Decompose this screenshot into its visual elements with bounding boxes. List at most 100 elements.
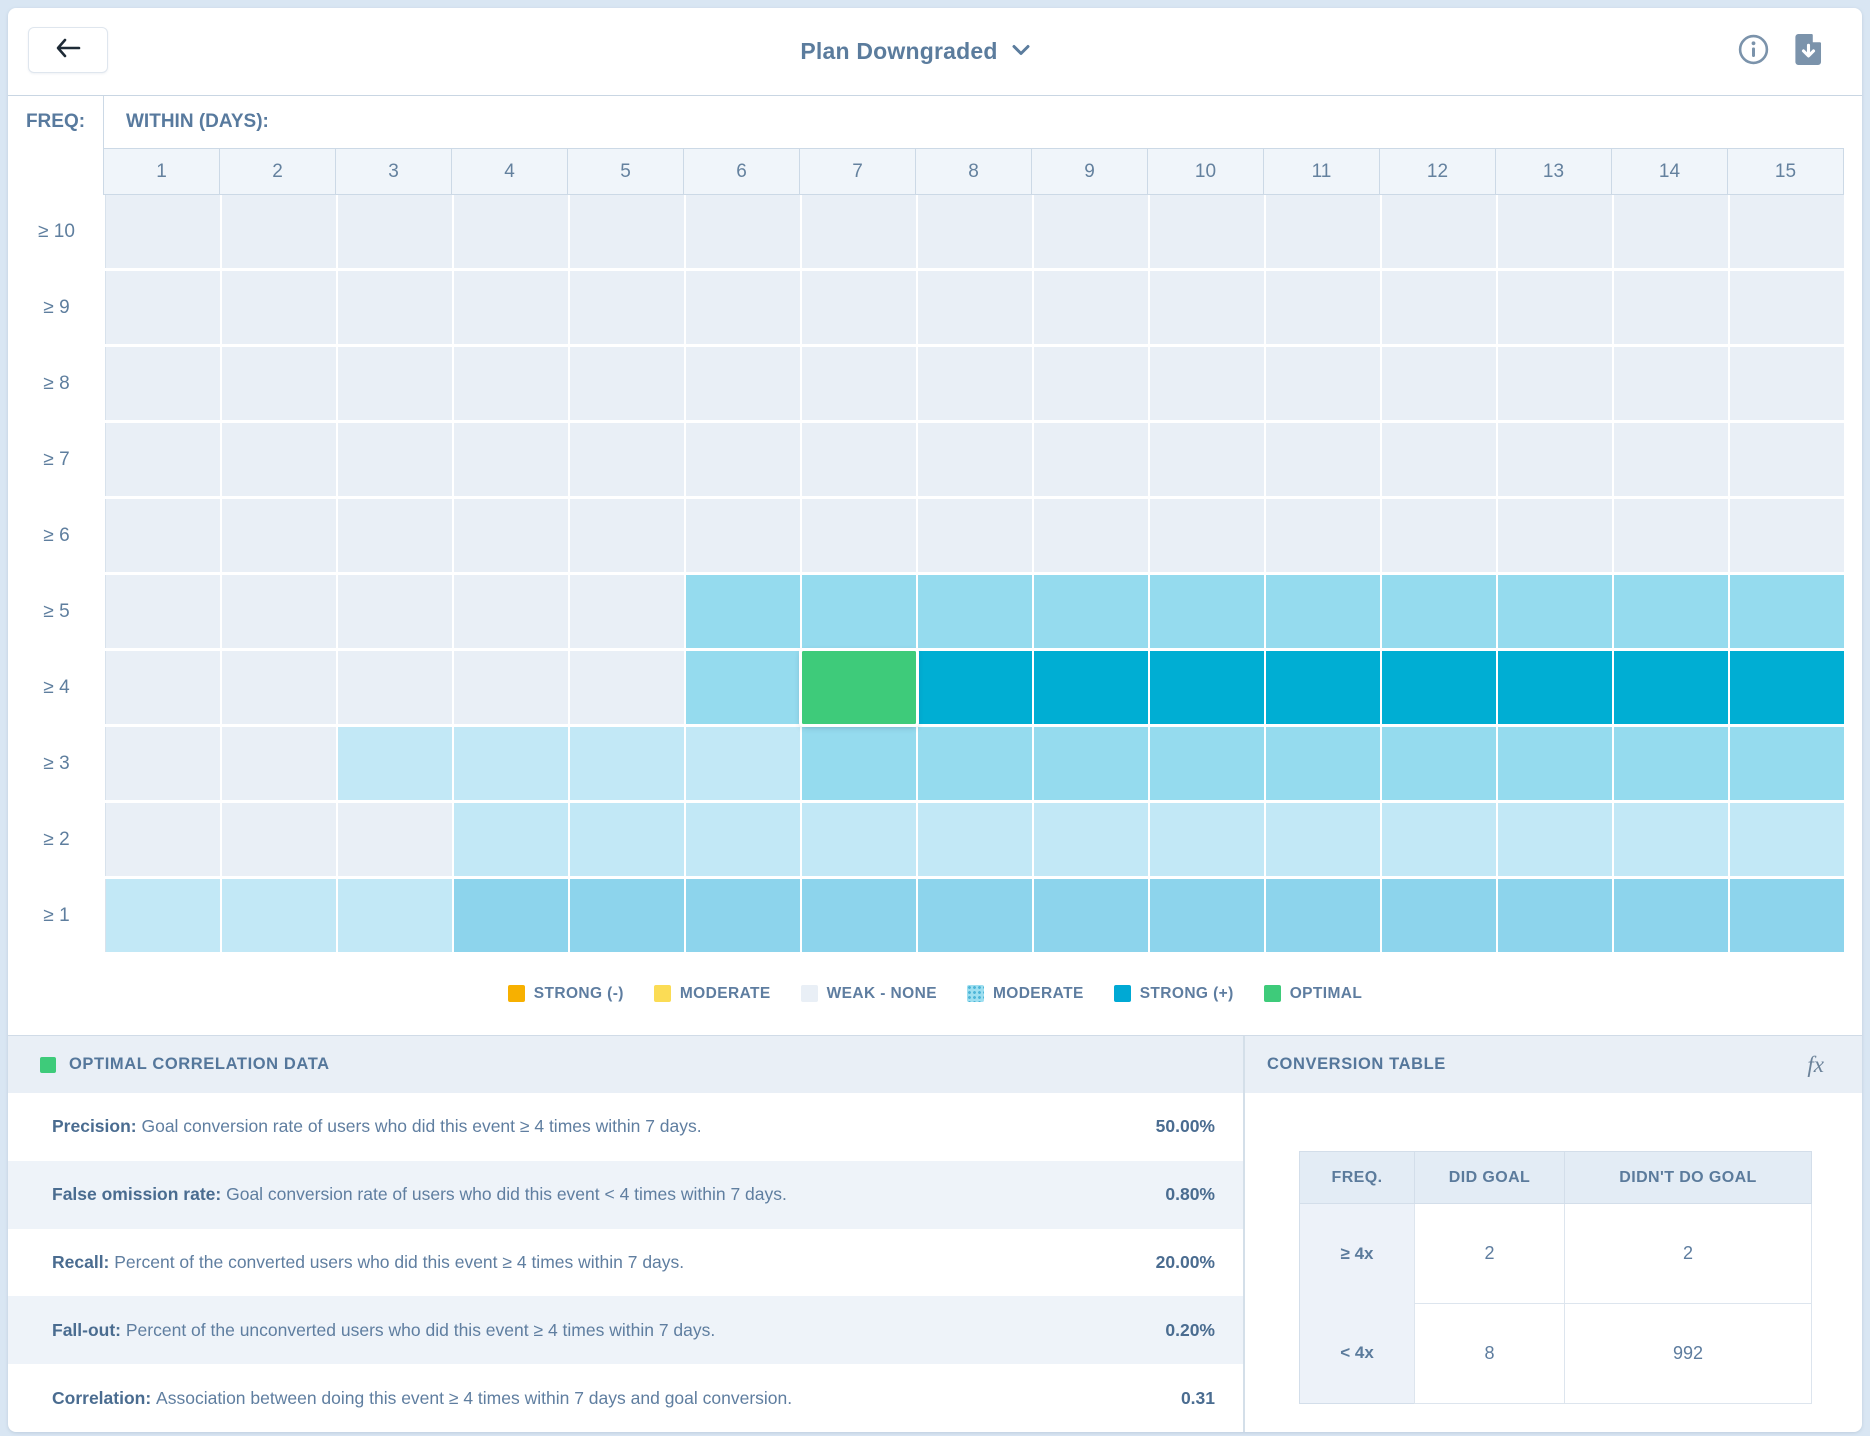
heatmap-cell[interactable]: [686, 651, 800, 724]
heatmap-cell[interactable]: [1614, 347, 1728, 420]
heatmap-cell[interactable]: [106, 727, 220, 800]
heatmap-cell[interactable]: [1382, 727, 1496, 800]
heatmap-cell[interactable]: [570, 651, 684, 724]
download-icon[interactable]: [1795, 34, 1822, 65]
heatmap-cell[interactable]: [802, 195, 916, 268]
heatmap-cell[interactable]: [338, 575, 452, 648]
heatmap-cell[interactable]: [1150, 879, 1264, 952]
heatmap-cell[interactable]: [106, 803, 220, 876]
heatmap-cell[interactable]: [1730, 499, 1844, 572]
heatmap-cell[interactable]: [918, 879, 1032, 952]
heatmap-cell[interactable]: [1614, 271, 1728, 344]
heatmap-cell[interactable]: [1034, 575, 1148, 648]
heatmap-cell[interactable]: [1382, 651, 1496, 724]
heatmap-cell[interactable]: [1150, 727, 1264, 800]
heatmap-cell[interactable]: [918, 651, 1032, 724]
heatmap-cell[interactable]: [686, 195, 800, 268]
heatmap-cell[interactable]: [222, 651, 336, 724]
heatmap-cell[interactable]: [686, 727, 800, 800]
heatmap-cell[interactable]: [1150, 347, 1264, 420]
heatmap-cell[interactable]: [570, 195, 684, 268]
heatmap-cell[interactable]: [106, 651, 220, 724]
event-dropdown[interactable]: Plan Downgraded: [800, 38, 1029, 65]
heatmap-cell[interactable]: [1382, 347, 1496, 420]
optimal-selected-cell[interactable]: [802, 651, 916, 724]
heatmap-cell[interactable]: [918, 423, 1032, 496]
heatmap-cell[interactable]: [802, 423, 916, 496]
heatmap-cell[interactable]: [1266, 803, 1380, 876]
heatmap-cell[interactable]: [1730, 271, 1844, 344]
heatmap-cell[interactable]: [1730, 423, 1844, 496]
heatmap-cell[interactable]: [1498, 271, 1612, 344]
info-icon[interactable]: [1738, 34, 1769, 65]
heatmap-cell[interactable]: [686, 423, 800, 496]
heatmap-cell[interactable]: [802, 347, 916, 420]
heatmap-cell[interactable]: [222, 423, 336, 496]
heatmap-cell[interactable]: [1034, 803, 1148, 876]
heatmap-cell[interactable]: [1382, 879, 1496, 952]
fx-formula-icon[interactable]: fx: [1807, 1052, 1824, 1078]
heatmap-cell[interactable]: [454, 271, 568, 344]
heatmap-cell[interactable]: [1382, 499, 1496, 572]
heatmap-cell[interactable]: [1614, 879, 1728, 952]
heatmap-cell[interactable]: [1034, 879, 1148, 952]
heatmap-cell[interactable]: [338, 879, 452, 952]
heatmap-cell[interactable]: [454, 879, 568, 952]
heatmap-cell[interactable]: [802, 803, 916, 876]
heatmap-cell[interactable]: [570, 879, 684, 952]
heatmap-cell[interactable]: [1266, 195, 1380, 268]
heatmap-cell[interactable]: [686, 347, 800, 420]
heatmap-cell[interactable]: [1730, 727, 1844, 800]
heatmap-cell[interactable]: [1614, 195, 1728, 268]
heatmap-cell[interactable]: [222, 271, 336, 344]
heatmap-cell[interactable]: [106, 347, 220, 420]
heatmap-cell[interactable]: [106, 879, 220, 952]
heatmap-cell[interactable]: [454, 575, 568, 648]
heatmap-cell[interactable]: [1150, 803, 1264, 876]
heatmap-cell[interactable]: [1730, 347, 1844, 420]
heatmap-cell[interactable]: [570, 803, 684, 876]
heatmap-cell[interactable]: [1034, 499, 1148, 572]
heatmap-cell[interactable]: [570, 347, 684, 420]
heatmap-cell[interactable]: [802, 727, 916, 800]
heatmap-cell[interactable]: [106, 271, 220, 344]
heatmap-cell[interactable]: [570, 727, 684, 800]
heatmap-cell[interactable]: [106, 195, 220, 268]
heatmap-cell[interactable]: [338, 499, 452, 572]
heatmap-cell[interactable]: [1150, 499, 1264, 572]
heatmap-cell[interactable]: [1034, 651, 1148, 724]
heatmap-cell[interactable]: [1150, 195, 1264, 268]
heatmap-cell[interactable]: [1730, 879, 1844, 952]
heatmap-cell[interactable]: [918, 575, 1032, 648]
heatmap-cell[interactable]: [222, 575, 336, 648]
heatmap-cell[interactable]: [570, 423, 684, 496]
back-button[interactable]: [28, 27, 108, 73]
heatmap-cell[interactable]: [1614, 803, 1728, 876]
heatmap-cell[interactable]: [918, 727, 1032, 800]
heatmap-cell[interactable]: [1614, 575, 1728, 648]
heatmap-cell[interactable]: [1382, 195, 1496, 268]
heatmap-cell[interactable]: [802, 879, 916, 952]
heatmap-cell[interactable]: [1034, 423, 1148, 496]
heatmap-cell[interactable]: [1150, 651, 1264, 724]
heatmap-cell[interactable]: [570, 575, 684, 648]
heatmap-cell[interactable]: [1266, 727, 1380, 800]
heatmap-cell[interactable]: [222, 499, 336, 572]
heatmap-cell[interactable]: [1266, 499, 1380, 572]
heatmap-cell[interactable]: [1498, 575, 1612, 648]
heatmap-cell[interactable]: [222, 727, 336, 800]
heatmap-cell[interactable]: [1498, 651, 1612, 724]
heatmap-cell[interactable]: [1382, 803, 1496, 876]
heatmap-cell[interactable]: [338, 803, 452, 876]
heatmap-cell[interactable]: [338, 423, 452, 496]
heatmap-cell[interactable]: [454, 347, 568, 420]
heatmap-cell[interactable]: [1266, 347, 1380, 420]
heatmap-cell[interactable]: [454, 803, 568, 876]
heatmap-cell[interactable]: [802, 499, 916, 572]
heatmap-cell[interactable]: [686, 879, 800, 952]
heatmap-cell[interactable]: [1730, 195, 1844, 268]
heatmap-cell[interactable]: [338, 271, 452, 344]
heatmap-cell[interactable]: [106, 575, 220, 648]
heatmap-cell[interactable]: [918, 195, 1032, 268]
heatmap-cell[interactable]: [338, 651, 452, 724]
